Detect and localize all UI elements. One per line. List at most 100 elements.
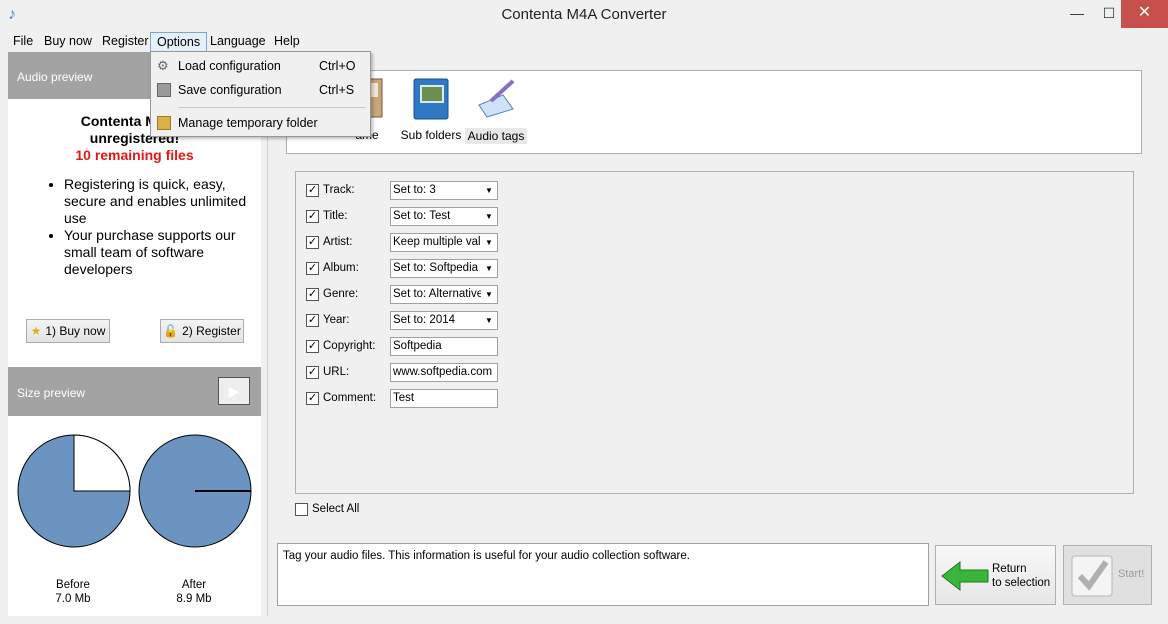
promo-bullets: Registering is quick, easy, secure and e…: [64, 176, 251, 278]
artist-select[interactable]: Keep multiple valu ▼: [390, 233, 498, 252]
year-value: Set to: 2014: [393, 314, 456, 326]
toolbar-subfolders[interactable]: Sub folders: [399, 75, 463, 142]
window-title: Contenta M4A Converter: [501, 6, 667, 23]
load-configuration-shortcut: Ctrl+O: [319, 59, 356, 73]
select-all-checkbox[interactable]: [295, 503, 308, 516]
chevron-down-icon: ▼: [481, 260, 497, 277]
artist-checkbox[interactable]: ✓: [306, 236, 319, 249]
chevron-down-icon: ▼: [481, 312, 497, 329]
url-label: URL:: [323, 366, 350, 378]
play-button[interactable]: ▶: [218, 377, 250, 405]
menu-load-configuration[interactable]: ⚙ Load configuration Ctrl+O: [151, 55, 370, 77]
genre-value: Set to: Alternative: [393, 288, 484, 300]
start-label: Start!: [1118, 568, 1145, 580]
genre-checkbox[interactable]: ✓: [306, 288, 319, 301]
start-button[interactable]: Start!: [1063, 545, 1152, 605]
copyright-checkbox[interactable]: ✓: [306, 340, 319, 353]
register-button[interactable]: 🔓 2) Register: [160, 319, 244, 343]
copyright-input[interactable]: Softpedia: [390, 337, 498, 356]
artist-value: Keep multiple valu: [393, 236, 487, 248]
minimize-button[interactable]: —: [1062, 0, 1092, 28]
toolbar-subfolders-label: Sub folders: [400, 128, 462, 142]
arrow-left-icon: [941, 560, 989, 592]
title-label: Title:: [323, 210, 348, 222]
register-label: 2) Register: [182, 324, 241, 338]
chevron-down-icon: ▼: [481, 182, 497, 199]
return-label-line2: to selection: [992, 577, 1051, 589]
track-checkbox[interactable]: ✓: [306, 184, 319, 197]
genre-select[interactable]: Set to: Alternative ▼: [390, 285, 498, 304]
star-icon: ★: [30, 324, 42, 338]
toolbar-audio-tags[interactable]: Audio tags: [465, 75, 527, 144]
menu-register[interactable]: Register: [96, 32, 155, 52]
return-label: Return to selection: [992, 562, 1050, 590]
toolbar-audio-tags-label: Audio tags: [465, 128, 527, 144]
url-input[interactable]: www.softpedia.com: [390, 363, 498, 382]
load-configuration-label: Load configuration: [178, 59, 281, 73]
menu-file[interactable]: File: [7, 32, 39, 52]
subfolders-icon: [413, 78, 449, 120]
chevron-down-icon: ▼: [481, 234, 497, 251]
album-value: Set to: Softpedia: [393, 262, 479, 274]
status-text: Tag your audio files. This information i…: [277, 543, 929, 606]
audio-tags-icon: [478, 79, 515, 118]
save-configuration-shortcut: Ctrl+S: [319, 83, 355, 97]
step-toolbar: ame Sub folders Audio tags: [286, 70, 1142, 154]
unlock-icon: 🔓: [163, 324, 179, 338]
gear-icon: ⚙: [157, 58, 169, 73]
comment-input[interactable]: Test: [390, 389, 498, 408]
track-select[interactable]: Set to: 3 ▼: [390, 181, 498, 200]
before-pie: [17, 434, 131, 548]
before-label: Before: [56, 579, 90, 591]
copyright-label: Copyright:: [323, 340, 376, 352]
size-preview-panel: Size preview ▶ Before 7.0 Mb After 8.9 M…: [8, 367, 261, 616]
chevron-down-icon: ▼: [481, 286, 497, 303]
remaining-files-text: 10 remaining files: [75, 147, 194, 163]
buy-now-button[interactable]: ★ 1) Buy now: [26, 319, 110, 343]
menu-separator: [178, 107, 366, 108]
maximize-button[interactable]: ☐: [1094, 0, 1124, 28]
comment-value: Test: [393, 392, 415, 404]
url-checkbox[interactable]: ✓: [306, 366, 319, 379]
save-icon: [157, 83, 171, 97]
year-checkbox[interactable]: ✓: [306, 314, 319, 327]
title-value: Set to: Test: [393, 210, 451, 222]
menu-bar: File Buy now Register Options Language H…: [0, 30, 1168, 52]
main-area: ame Sub folders Audio tags ✓ Track: Set …: [267, 52, 1168, 616]
save-configuration-label: Save configuration: [178, 83, 282, 97]
menu-options[interactable]: Options: [150, 32, 208, 52]
album-select[interactable]: Set to: Softpedia ▼: [390, 259, 498, 278]
size-preview-title: Size preview: [17, 386, 86, 400]
menu-help[interactable]: Help: [268, 32, 306, 52]
after-pie: [138, 434, 252, 548]
after-label: After: [181, 579, 207, 591]
comment-checkbox[interactable]: ✓: [306, 392, 319, 405]
menu-save-configuration[interactable]: Save configuration Ctrl+S: [151, 79, 370, 101]
select-all-label: Select All: [312, 503, 360, 515]
options-menu: ⚙ Load configuration Ctrl+O Save configu…: [150, 51, 371, 137]
comment-label: Comment:: [323, 392, 377, 404]
title-bar: ♪ Contenta M4A Converter — ☐ ✕: [0, 0, 1168, 30]
menu-manage-temporary-folder[interactable]: Manage temporary folder: [151, 112, 370, 134]
copyright-value: Softpedia: [393, 340, 442, 352]
return-to-selection-button[interactable]: Return to selection: [935, 545, 1056, 605]
return-label-line1: Return: [992, 563, 1027, 575]
url-value: www.softpedia.com: [393, 366, 493, 378]
folder-icon: [157, 116, 171, 130]
album-checkbox[interactable]: ✓: [306, 262, 319, 275]
after-value: 8.9 Mb: [176, 593, 212, 605]
track-label: Track:: [323, 184, 355, 196]
close-button[interactable]: ✕: [1121, 0, 1168, 28]
before-value: 7.0 Mb: [55, 593, 91, 605]
track-value: Set to: 3: [393, 184, 436, 196]
size-preview-header: Size preview ▶: [8, 367, 261, 416]
year-select[interactable]: Set to: 2014 ▼: [390, 311, 498, 330]
year-label: Year:: [323, 314, 350, 326]
menu-buy-now[interactable]: Buy now: [38, 32, 98, 52]
promo-bullet: Registering is quick, easy, secure and e…: [64, 176, 251, 227]
title-select[interactable]: Set to: Test ▼: [390, 207, 498, 226]
menu-language[interactable]: Language: [204, 32, 272, 52]
manage-temporary-folder-label: Manage temporary folder: [178, 116, 318, 130]
title-checkbox[interactable]: ✓: [306, 210, 319, 223]
genre-label: Genre:: [323, 288, 359, 300]
